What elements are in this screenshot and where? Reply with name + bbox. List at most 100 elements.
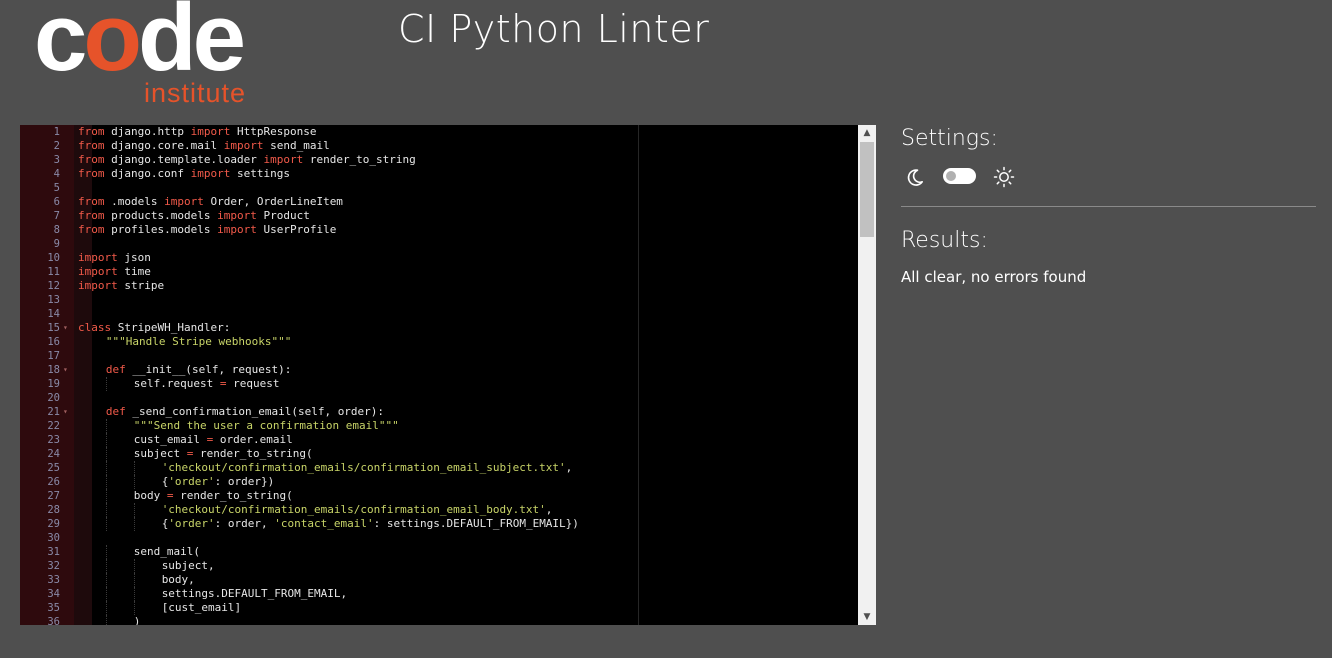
code-line[interactable]: 31 send_mail(: [20, 545, 858, 559]
code-lines[interactable]: 1 from django.http import HttpResponse 2 fr…: [20, 125, 858, 625]
code-line[interactable]: 14: [20, 307, 858, 321]
code-text: import json: [78, 251, 151, 265]
line-number: 16: [47, 336, 60, 348]
code-text: send_mail(: [134, 545, 200, 559]
code-line[interactable]: 2 from django.core.mail import send_mail: [20, 139, 858, 153]
code-text: import time: [78, 265, 151, 279]
keyword-token: import: [223, 139, 264, 152]
line-number: 27: [47, 490, 60, 502]
code-text: body = render_to_string(: [134, 489, 293, 503]
code-line[interactable]: 11 import time: [20, 265, 858, 279]
keyword-token: from: [78, 223, 105, 236]
text-token: products.models: [104, 209, 218, 222]
line-number: 19: [47, 378, 60, 390]
scroll-down-arrow-icon[interactable]: ▼: [858, 609, 876, 625]
code-line[interactable]: 5: [20, 181, 858, 195]
code-line[interactable]: 28 'checkout/confirmation_emails/confirma…: [20, 503, 858, 517]
text-token: .models: [104, 195, 165, 208]
code-line[interactable]: 35 [cust_email]: [20, 601, 858, 615]
code-line[interactable]: 13: [20, 293, 858, 307]
code-line[interactable]: 25 'checkout/confirmation_emails/confirma…: [20, 461, 858, 475]
text-token: subject: [133, 447, 187, 460]
code-line[interactable]: 23 cust_email = order.email: [20, 433, 858, 447]
code-text: from products.models import Product: [78, 209, 310, 223]
text-token: self.request: [133, 377, 220, 390]
code-line[interactable]: 15 ▾ class StripeWH_Handler:: [20, 321, 858, 335]
text-token: stripe: [117, 279, 165, 292]
keyword-token: import: [263, 153, 304, 166]
code-institute-logo: code institute: [34, 0, 264, 112]
code-text: class StripeWH_Handler:: [78, 321, 230, 335]
code-line[interactable]: 3 from django.template.loader import rend…: [20, 153, 858, 167]
code-text: 'checkout/confirmation_emails/confirmati…: [162, 503, 553, 517]
keyword-token: from: [78, 139, 105, 152]
indent-guide: [133, 503, 135, 517]
text-token: ,: [545, 503, 553, 516]
indent-guide: [105, 433, 107, 447]
string-token: 'checkout/confirmation_emails/confirmati…: [161, 461, 566, 474]
code-line[interactable]: 4 from django.conf import settings: [20, 167, 858, 181]
code-text: from django.template.loader import rende…: [78, 153, 416, 167]
line-number: 1: [53, 126, 60, 138]
line-number: 7: [53, 210, 60, 222]
text-token: cust_email: [133, 433, 207, 446]
code-line[interactable]: 30: [20, 531, 858, 545]
logo-subtitle: institute: [144, 78, 247, 108]
code-line[interactable]: 1 from django.http import HttpResponse: [20, 125, 858, 139]
scroll-thumb[interactable]: [860, 142, 874, 237]
code-line[interactable]: 8 from profiles.models import UserProfile: [20, 223, 858, 237]
theme-toggle[interactable]: [943, 168, 976, 184]
fold-arrow-icon[interactable]: ▾: [63, 321, 68, 335]
code-text: body,: [162, 573, 195, 587]
fold-arrow-icon[interactable]: ▾: [63, 405, 68, 419]
keyword-token: import: [164, 195, 204, 208]
code-line[interactable]: 32 subject,: [20, 559, 858, 573]
code-line[interactable]: 9: [20, 237, 858, 251]
code-line[interactable]: 34 settings.DEFAULT_FROM_EMAIL,: [20, 587, 858, 601]
code-line[interactable]: 20: [20, 391, 858, 405]
fold-arrow-icon[interactable]: ▾: [63, 363, 68, 377]
code-line[interactable]: 36): [20, 615, 858, 625]
indent-guide: [105, 615, 107, 625]
code-line[interactable]: 16 """Handle Stripe webhooks""": [20, 335, 858, 349]
code-line[interactable]: 27 body = render_to_string(: [20, 489, 858, 503]
line-number: 28: [47, 504, 60, 516]
text-token: Product: [256, 209, 310, 222]
text-token: render_to_string(: [173, 489, 293, 502]
code-line[interactable]: 26 {'order': order}): [20, 475, 858, 489]
indent-guide: [105, 503, 107, 517]
code-line[interactable]: 29 {'order': order, 'contact_email': sett…: [20, 517, 858, 531]
code-line[interactable]: 24 subject = render_to_string(: [20, 447, 858, 461]
code-line[interactable]: 6 from .models import Order, OrderLineIte…: [20, 195, 858, 209]
text-token: body,: [161, 573, 195, 586]
text-token: django.template.loader: [104, 153, 264, 166]
code-line[interactable]: 22 """Send the user a confirmation email"…: [20, 419, 858, 433]
keyword-token: class: [78, 321, 112, 334]
code-line[interactable]: 12 import stripe: [20, 279, 858, 293]
code-text: from .models import Order, OrderLineItem: [78, 195, 343, 209]
line-number: 12: [47, 280, 60, 292]
code-editor[interactable]: 1 from django.http import HttpResponse 2 fr…: [20, 125, 876, 625]
code-line[interactable]: 21 ▾ def _send_confirmation_email(self, or…: [20, 405, 858, 419]
code-line[interactable]: 18 ▾ def __init__(self, request):: [20, 363, 858, 377]
editor-scrollbar[interactable]: ▲ ▼: [858, 125, 876, 625]
code-line[interactable]: 33 body,: [20, 573, 858, 587]
line-number: 20: [47, 392, 60, 404]
code-line[interactable]: 10 import json: [20, 251, 858, 265]
keyword-token: from: [78, 167, 105, 180]
indent-guide: [105, 587, 107, 601]
text-token: django.conf: [104, 167, 191, 180]
code-line[interactable]: 7 from products.models import Product: [20, 209, 858, 223]
settings-heading: Settings:: [901, 126, 998, 151]
text-token: time: [117, 265, 151, 278]
line-number: 35: [47, 602, 60, 614]
text-token: StripeWH_Handler:: [111, 321, 231, 334]
keyword-token: import: [78, 279, 118, 292]
text-token: profiles.models: [104, 223, 218, 236]
text-token: render_to_string(: [193, 447, 313, 460]
line-number: 32: [47, 560, 60, 572]
code-line[interactable]: 17: [20, 349, 858, 363]
text-token: UserProfile: [256, 223, 337, 236]
code-line[interactable]: 19 self.request = request: [20, 377, 858, 391]
scroll-up-arrow-icon[interactable]: ▲: [858, 125, 876, 141]
